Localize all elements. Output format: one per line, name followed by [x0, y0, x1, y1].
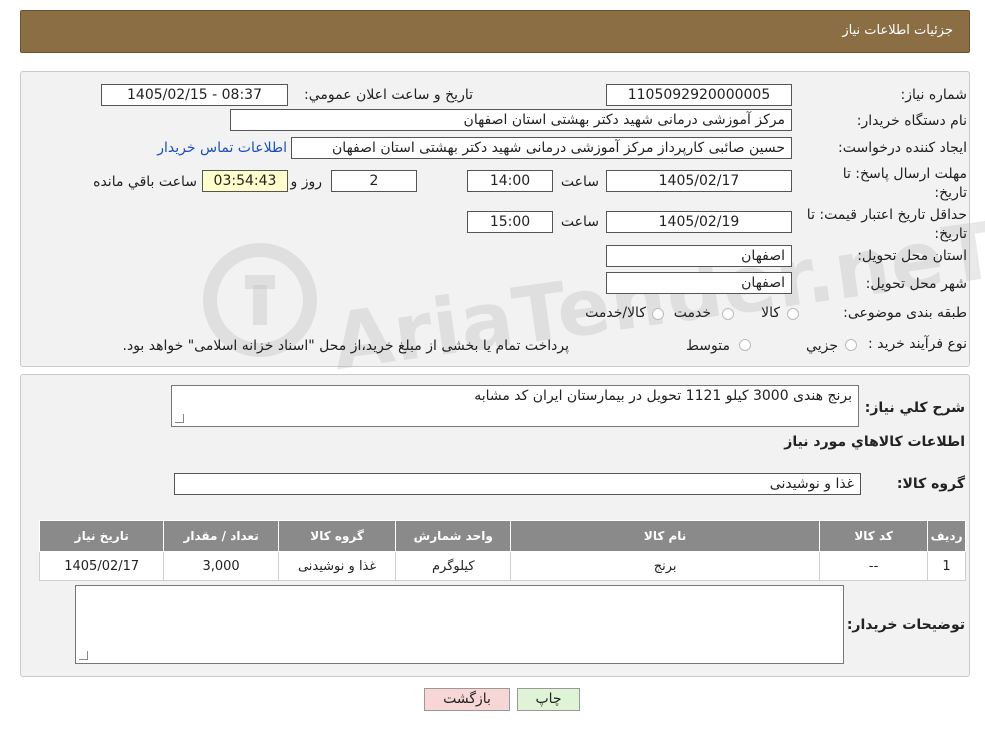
validity-time-label: ساعت — [560, 214, 599, 230]
goods-info-title: اطلاعات کالاهاي مورد نياز — [784, 434, 965, 450]
remaining-time-field: 03:54:43 — [202, 170, 288, 192]
print-button[interactable]: چاپ — [517, 688, 580, 711]
cell-goods-group: غذا و نوشیدنی — [277, 551, 397, 581]
category-option-goods: کالا — [761, 305, 780, 321]
buyer-org-field: مرکز آموزشی درمانی شهید دکتر بهشتی استان… — [230, 109, 792, 131]
col-need-date: تاریخ نیاز — [38, 520, 165, 552]
col-goods-group: گروه کالا — [277, 520, 397, 552]
goods-group-field: غذا و نوشیدنی — [174, 473, 861, 495]
days-label: روز و — [290, 174, 323, 190]
price-validity-label: حداقل تاریخ اعتبار قیمت: تا تاریخ: — [806, 207, 967, 242]
category-radio-goods-service[interactable] — [652, 308, 664, 320]
remaining-time-label: ساعت باقي مانده — [93, 174, 197, 190]
col-quantity: تعداد / مقدار — [163, 520, 279, 552]
col-goods-code: کد کالا — [819, 520, 929, 552]
cell-row-number: 1 — [927, 551, 966, 581]
reply-deadline-label: مهلت ارسال پاسخ: تا تاریخ: — [842, 166, 967, 201]
city-label: شهر محل تحویل: — [865, 276, 967, 292]
requester-field: حسین صائبی کارپرداز مرکز آموزشی درمانی ش… — [291, 137, 792, 159]
col-row-number: ردیف — [927, 520, 966, 552]
category-option-goods-service: کالا/خدمت — [585, 305, 646, 321]
reply-date-field: 1405/02/17 — [606, 170, 792, 192]
category-option-service: خدمت — [673, 305, 711, 321]
category-label: طبقه بندی موضوعی: — [843, 305, 967, 321]
process-option-medium: متوسط — [686, 338, 730, 354]
need-number-label: شماره نیاز: — [900, 87, 968, 103]
table-row: 1 -- برنج کیلوگرم غذا و نوشیدنی 3,000 14… — [38, 551, 966, 581]
process-radio-small[interactable] — [845, 339, 857, 351]
back-button[interactable]: بازگشت — [424, 688, 510, 711]
page-header: جزئیات اطلاعات نیاز — [20, 10, 970, 53]
announce-label: تاریخ و ساعت اعلان عمومي: — [304, 87, 473, 103]
goods-table: ردیف کد کالا نام کالا واحد شمارش گروه کا… — [38, 520, 966, 581]
page-title: جزئیات اطلاعات نیاز — [842, 23, 953, 38]
col-unit: واحد شمارش — [395, 520, 512, 552]
cell-quantity: 3,000 — [163, 551, 279, 581]
need-number-field: 1105092920000005 — [606, 84, 792, 106]
process-option-small: جزیي — [806, 338, 838, 354]
buyer-notes-label: توضیحات خریدار: — [846, 617, 965, 633]
validity-date-field: 1405/02/19 — [606, 211, 792, 233]
cell-need-date: 1405/02/17 — [38, 551, 165, 581]
description-label: شرح کلي نياز: — [864, 400, 965, 416]
province-field: اصفهان — [606, 245, 792, 267]
process-label: نوع فرآیند خرید : — [868, 336, 967, 352]
reply-time-label: ساعت — [560, 174, 599, 190]
province-label: استان محل تحویل: — [857, 248, 967, 264]
category-radio-service[interactable] — [722, 308, 734, 320]
category-radio-goods[interactable] — [787, 308, 799, 320]
cell-unit: کیلوگرم — [395, 551, 512, 581]
description-text: برنج هندی 3000 کیلو 1121 تحویل در بیمارس… — [474, 388, 852, 404]
process-note: پرداخت تمام یا بخشی از مبلغ خرید،از محل … — [122, 338, 569, 354]
validity-time-field: 15:00 — [467, 211, 553, 233]
col-goods-name: نام کالا — [510, 520, 821, 552]
days-field: 2 — [331, 170, 417, 192]
announce-datetime-field: 1405/02/15 - 08:37 — [101, 84, 288, 106]
description-textarea[interactable]: برنج هندی 3000 کیلو 1121 تحویل در بیمارس… — [171, 385, 859, 427]
table-header-row: ردیف کد کالا نام کالا واحد شمارش گروه کا… — [38, 520, 966, 552]
resize-handle-icon[interactable] — [175, 414, 184, 423]
buyer-org-label: نام دستگاه خریدار: — [856, 113, 967, 129]
reply-time-field: 14:00 — [467, 170, 553, 192]
city-field: اصفهان — [606, 272, 792, 294]
requester-label: ایجاد کننده درخواست: — [838, 140, 967, 156]
cell-goods-code: -- — [819, 551, 929, 581]
cell-goods-name: برنج — [510, 551, 821, 581]
process-radio-medium[interactable] — [739, 339, 751, 351]
goods-group-label: گروه کالا: — [896, 476, 965, 492]
buyer-contact-link[interactable]: اطلاعات تماس خریدار — [157, 140, 287, 156]
buyer-notes-textarea[interactable] — [75, 585, 844, 664]
resize-handle-icon[interactable] — [79, 651, 88, 660]
